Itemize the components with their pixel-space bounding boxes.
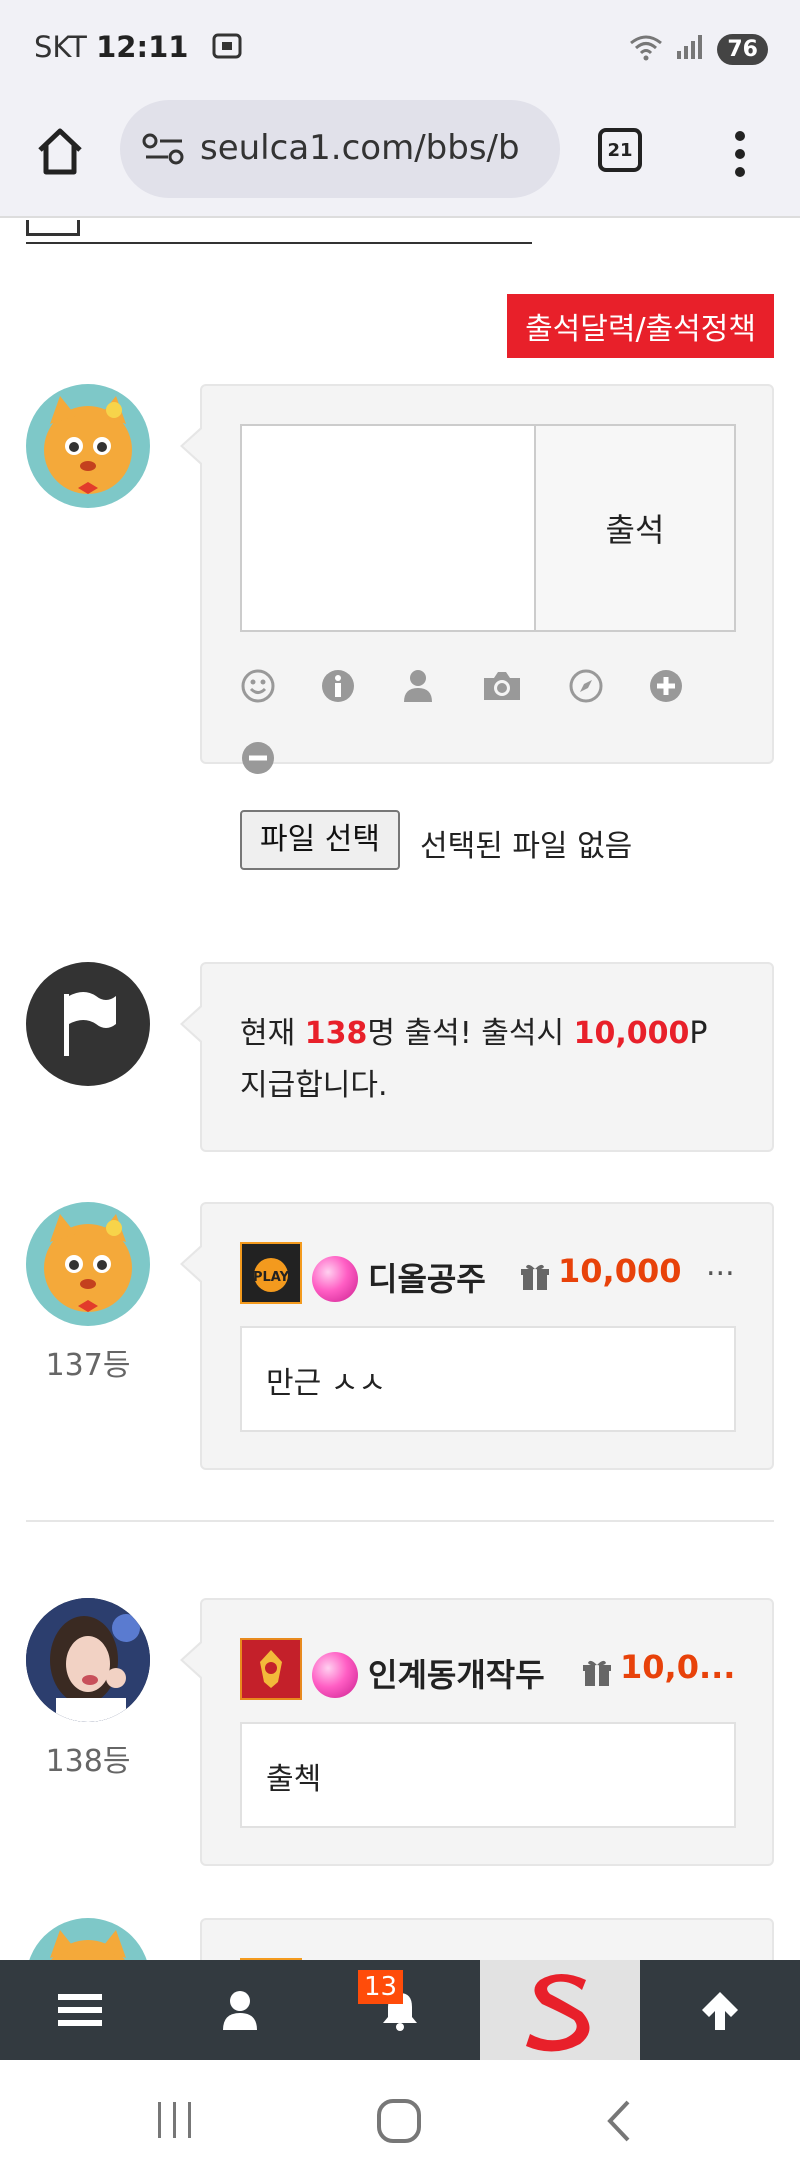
attendance-entry-card [200,1918,774,1960]
profile-button[interactable] [200,1960,280,2060]
minus-circle-icon[interactable] [240,740,276,776]
back-button[interactable] [600,2098,640,2144]
url-text[interactable]: seulca1.com/bbs/b [200,128,550,168]
site-logo[interactable] [480,1960,640,2060]
home-nav-button[interactable] [376,2098,422,2144]
user-icon [223,1991,257,2030]
arrow-up-icon [702,1992,738,2030]
level-badge-icon [238,1636,304,1702]
rank-label: 137등 [45,1348,131,1383]
entry-avatar[interactable] [26,1598,150,1722]
entry-author-row: PLAY 디올공주 10,000 ... [238,1240,740,1306]
home-icon [38,128,82,175]
scroll-top-button[interactable] [680,1960,760,2060]
comment-box: 만근 ㅅㅅ [240,1326,736,1432]
attendance-notice-card: 현재 138명 출석! 출석시 10,000P 지급합니다. [180,962,774,1152]
cat-avatar-icon [26,384,150,508]
attendance-compose-card: 출석 파일 선택 선택된 파일 없음 [180,384,774,870]
signal-icon [675,33,705,65]
file-select-button[interactable]: 파일 선택 [240,810,400,870]
plus-circle-icon[interactable] [648,668,684,704]
candy-icon [312,1256,358,1302]
date-header-underline [26,220,532,244]
attendance-comment-textarea[interactable] [240,424,536,632]
compass-icon[interactable] [568,668,604,704]
hamburger-icon [58,1994,102,2026]
smile-icon[interactable] [240,668,276,704]
notice-suffix: P [689,1016,708,1051]
notification-count-badge: 13 [358,1970,404,2004]
author-name[interactable]: 인계동개작두 [368,1650,545,1696]
home-circle-icon [377,2099,421,2143]
comment-text: 출첵 [266,1762,322,1797]
attendance-submit-button[interactable]: 출석 [536,424,736,632]
site-logo-icon [526,1974,590,2052]
camera-icon[interactable] [480,668,524,704]
comment-box: 출첵 [240,1722,736,1828]
gift-icon [520,1262,550,1292]
more-menu-button[interactable] [720,124,760,184]
notice-middle: 명 출석! 출석시 [367,1016,574,1051]
menu-button[interactable] [40,1960,120,2060]
tab-switcher-button[interactable]: 21 [598,128,642,172]
recent-apps-button[interactable] [150,2100,200,2140]
user-icon[interactable] [400,668,436,704]
portrait-avatar-icon [26,1598,150,1722]
page-content: 출석달력/출석정책 출석 파일 선택 선택된 파일 없음 현재 138명 출석!… [0,220,800,1960]
status-bar: SKT 12:11 76 [0,0,800,100]
back-chevron-icon [607,2100,630,2142]
site-settings-icon[interactable] [142,132,186,170]
comment-text: 만근 ㅅㅅ [266,1366,386,1401]
status-right: 76 [629,32,768,66]
carrier-label: SKT [34,30,87,64]
flag-icon [64,992,116,1056]
notice-line2: 지급합니다. [240,1068,388,1103]
reward-points: 10,000 [573,1016,690,1051]
address-bar[interactable]: seulca1.com/bbs/b [120,100,560,198]
gift-icon [582,1658,612,1688]
rank-label: 138등 [45,1744,131,1779]
attendance-policy-button[interactable]: 출석달력/출석정책 [507,294,774,358]
entry-avatar[interactable] [26,1202,150,1326]
home-button[interactable] [30,122,90,182]
status-left: SKT 12:11 [34,30,242,66]
info-icon[interactable] [320,668,356,704]
attendee-count: 138 [304,1016,368,1051]
entry-divider [26,1520,774,1522]
calendar-icon [26,220,80,236]
site-bottom-nav: 13 [0,1960,800,2060]
browser-toolbar: seulca1.com/bbs/b 21 [0,100,800,218]
more-options-button[interactable]: ... [706,1248,735,1283]
entry-points: 10,000 [558,1252,682,1290]
clock: 12:11 [96,30,189,64]
notice-prefix: 현재 [240,1016,305,1051]
file-status-label: 선택된 파일 없음 [420,829,633,864]
entry-points: 10,0... [620,1648,736,1686]
author-name[interactable]: 디올공주 [368,1254,486,1300]
kebab-menu-icon [735,131,745,177]
attendance-notice-text: 현재 138명 출석! 출석시 10,000P 지급합니다. [240,1008,740,1112]
battery-indicator: 76 [717,33,768,65]
attendance-entry-card: 인계동개작두 10,0... 출첵 [180,1598,774,1866]
svg-text:PLAY: PLAY [253,1270,290,1285]
level-badge-icon: PLAY [238,1240,304,1306]
cat-avatar-icon [26,1202,150,1326]
screenshot-icon [212,32,242,66]
entry-avatar[interactable] [26,1918,150,1960]
notice-flag-avatar [26,962,150,1086]
attendance-entry-card: PLAY 디올공주 10,000 ... 만근 ㅅㅅ [180,1202,774,1470]
android-nav-bar [0,2060,800,2180]
cat-avatar-icon [26,1918,150,1960]
entry-author-row: 인계동개작두 10,0... [238,1636,740,1702]
wifi-icon [629,33,663,65]
my-avatar [26,384,150,508]
candy-icon [312,1652,358,1698]
recent-apps-icon [158,2102,191,2138]
